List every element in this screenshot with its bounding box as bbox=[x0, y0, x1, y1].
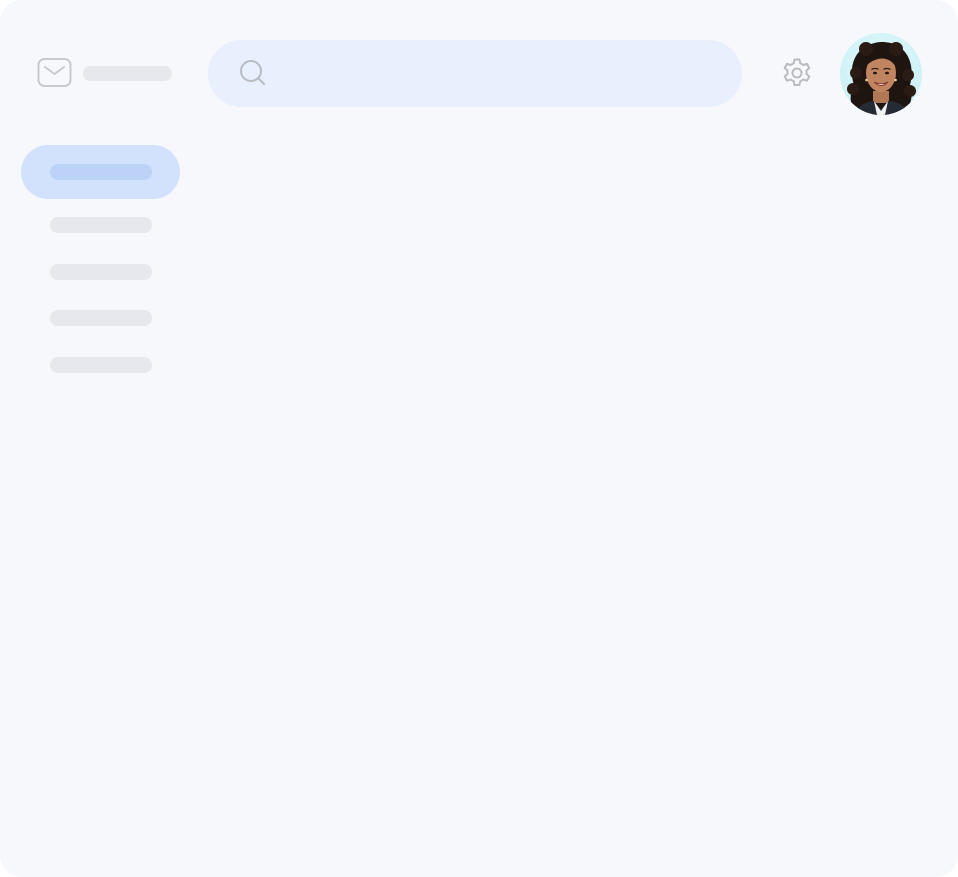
sidebar-item-label-placeholder bbox=[50, 264, 152, 280]
user-avatar-photo bbox=[840, 33, 922, 115]
avatar[interactable] bbox=[840, 33, 922, 115]
sidebar-item-active[interactable] bbox=[21, 145, 180, 199]
sidebar-item[interactable] bbox=[21, 291, 180, 345]
mail-icon bbox=[37, 58, 72, 87]
sidebar-item-label-placeholder bbox=[50, 164, 152, 180]
sidebar-item-label-placeholder bbox=[50, 217, 152, 233]
search-input[interactable] bbox=[280, 52, 724, 96]
sidebar-item[interactable] bbox=[21, 198, 180, 252]
main-content bbox=[200, 130, 940, 860]
sidebar-item-label-placeholder bbox=[50, 310, 152, 326]
search-icon bbox=[240, 60, 265, 85]
app-window bbox=[0, 0, 958, 877]
gear-icon[interactable] bbox=[780, 56, 814, 90]
app-name-placeholder bbox=[83, 66, 172, 81]
sidebar-item[interactable] bbox=[21, 338, 180, 392]
sidebar-item-label-placeholder bbox=[50, 357, 152, 373]
